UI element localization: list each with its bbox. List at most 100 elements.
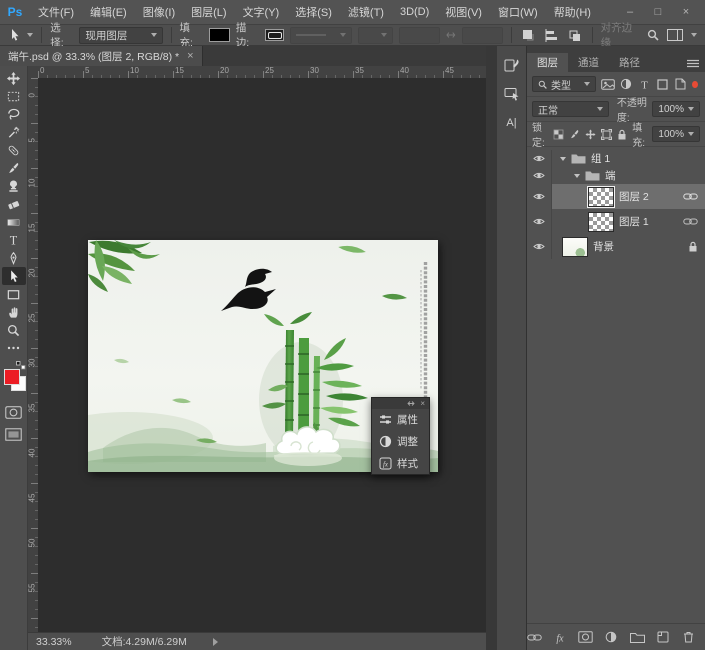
popup-close-icon[interactable]: × (420, 399, 425, 408)
stroke-color-swatch[interactable] (265, 29, 284, 41)
quick-mask-mode-icon[interactable] (2, 403, 26, 421)
group-expand-caret-icon[interactable] (560, 157, 566, 161)
maximize-button[interactable]: □ (651, 6, 665, 18)
foreground-color-swatch[interactable] (4, 369, 20, 385)
select-mode-dropdown[interactable]: 现用图层 (79, 27, 162, 44)
eraser-tool[interactable] (2, 195, 26, 213)
tab-channels[interactable]: 通道 (568, 53, 609, 72)
tab-paths[interactable]: 路径 (609, 53, 650, 72)
zoom-level-field[interactable]: 33.33% (32, 635, 76, 649)
edit-toolbar-ellipsis-icon[interactable] (2, 339, 26, 357)
layer-row-group2[interactable]: 端 (527, 167, 705, 184)
layer-style-fx-icon[interactable]: fx (553, 629, 569, 645)
layer-name[interactable]: 端 (605, 168, 616, 183)
visibility-toggle[interactable] (527, 167, 552, 184)
actions-panel-icon[interactable] (500, 84, 524, 104)
document-tab[interactable]: 端午.psd @ 33.3% (图层 2, RGB/8) * × (0, 46, 203, 66)
add-layer-mask-icon[interactable] (578, 629, 594, 645)
fill-field[interactable]: 100% (652, 126, 700, 142)
new-layer-icon[interactable] (655, 629, 671, 645)
filter-pixel-layers-icon[interactable] (600, 77, 614, 92)
expand-panel-icon[interactable] (407, 400, 415, 407)
properties-panel-item[interactable]: 属性 (372, 409, 429, 431)
layer-name[interactable]: 背景 (593, 239, 614, 254)
screen-mode-icon[interactable] (2, 425, 26, 443)
menu-item[interactable]: 滤镜(T) (340, 4, 392, 20)
lock-position-icon[interactable] (584, 127, 596, 142)
group-expand-caret-icon[interactable] (574, 174, 580, 178)
visibility-toggle[interactable] (527, 184, 552, 209)
opacity-field[interactable]: 100% (652, 101, 700, 117)
layer-thumbnail[interactable] (588, 212, 614, 232)
path-arrangement-icon[interactable] (566, 27, 583, 43)
marquee-tool[interactable] (2, 87, 26, 105)
path-operations-icon[interactable] (520, 27, 537, 43)
menu-item[interactable]: 图像(I) (135, 4, 183, 20)
menu-item[interactable]: 3D(D) (392, 6, 437, 18)
hand-tool[interactable] (2, 303, 26, 321)
visibility-toggle[interactable] (527, 234, 552, 259)
new-adjustment-layer-icon[interactable] (604, 629, 620, 645)
menu-item[interactable]: 图层(L) (183, 4, 234, 20)
fill-color-swatch[interactable] (209, 28, 230, 42)
lock-transparency-icon[interactable] (552, 127, 564, 142)
layer-thumbnail[interactable] (562, 237, 588, 257)
new-group-icon[interactable] (629, 629, 645, 645)
close-button[interactable]: × (679, 6, 693, 18)
layer-name[interactable]: 图层 1 (619, 214, 649, 229)
path-alignment-icon[interactable] (543, 27, 560, 43)
gradient-tool[interactable] (2, 213, 26, 231)
spot-healing-brush-tool[interactable] (2, 141, 26, 159)
rectangle-tool[interactable] (2, 285, 26, 303)
tool-preset-caret-icon[interactable] (27, 33, 33, 37)
minimize-button[interactable]: – (623, 6, 637, 18)
workspace-switcher-icon[interactable] (667, 29, 683, 41)
character-panel-icon[interactable]: A| (500, 113, 524, 133)
link-layers-icon[interactable] (527, 629, 543, 645)
lasso-tool[interactable] (2, 105, 26, 123)
menu-item[interactable]: 编辑(E) (82, 4, 135, 20)
lock-artboard-icon[interactable] (600, 127, 612, 142)
move-tool[interactable] (2, 69, 26, 87)
lock-pixels-icon[interactable] (568, 127, 580, 142)
tab-close-icon[interactable]: × (187, 50, 193, 62)
filter-toggle-icon[interactable] (692, 81, 698, 88)
layer-name[interactable]: 组 1 (591, 151, 610, 166)
menu-item[interactable]: 文件(F) (30, 4, 82, 20)
search-icon[interactable] (647, 29, 659, 41)
canvas-pasteboard[interactable] (38, 78, 486, 632)
path-selection-tool-icon[interactable] (6, 27, 23, 43)
pen-tool[interactable] (2, 249, 26, 267)
filter-shape-layers-icon[interactable] (655, 77, 669, 92)
menu-item[interactable]: 视图(V) (437, 4, 490, 20)
workspace-caret-icon[interactable] (691, 33, 697, 37)
filter-smart-objects-icon[interactable] (674, 77, 688, 92)
visibility-toggle[interactable] (527, 150, 552, 167)
clone-stamp-tool[interactable] (2, 177, 26, 195)
menu-item[interactable]: 帮助(H) (546, 4, 599, 20)
popup-header[interactable]: × (372, 398, 429, 409)
filter-type-dropdown[interactable]: 类型 (532, 76, 596, 92)
layer-row-group1[interactable]: 组 1 (527, 150, 705, 167)
menu-item[interactable]: 窗口(W) (490, 4, 546, 20)
delete-layer-icon[interactable] (680, 629, 696, 645)
tab-layers[interactable]: 图层 (527, 53, 568, 72)
brush-tool[interactable] (2, 159, 26, 177)
history-panel-icon[interactable] (500, 55, 524, 75)
layer-name[interactable]: 图层 2 (619, 189, 649, 204)
adjustments-panel-item[interactable]: 调整 (372, 431, 429, 453)
layer-row-layer1[interactable]: 图层 1 (527, 209, 705, 234)
path-selection-tool[interactable] (2, 267, 26, 285)
blend-mode-dropdown[interactable]: 正常 (532, 101, 609, 117)
filter-adjustment-layers-icon[interactable] (619, 77, 633, 92)
magic-wand-tool[interactable] (2, 123, 26, 141)
zoom-tool[interactable] (2, 321, 26, 339)
menu-item[interactable]: 选择(S) (287, 4, 340, 20)
visibility-toggle[interactable] (527, 209, 552, 234)
layer-row-layer2[interactable]: 图层 2 (527, 184, 705, 209)
layer-thumbnail[interactable] (588, 187, 614, 207)
filter-type-layers-icon[interactable]: T (637, 77, 651, 92)
panel-menu-icon[interactable] (687, 59, 705, 72)
menu-item[interactable]: 文字(Y) (235, 4, 288, 20)
styles-panel-item[interactable]: fx 样式 (372, 452, 429, 474)
